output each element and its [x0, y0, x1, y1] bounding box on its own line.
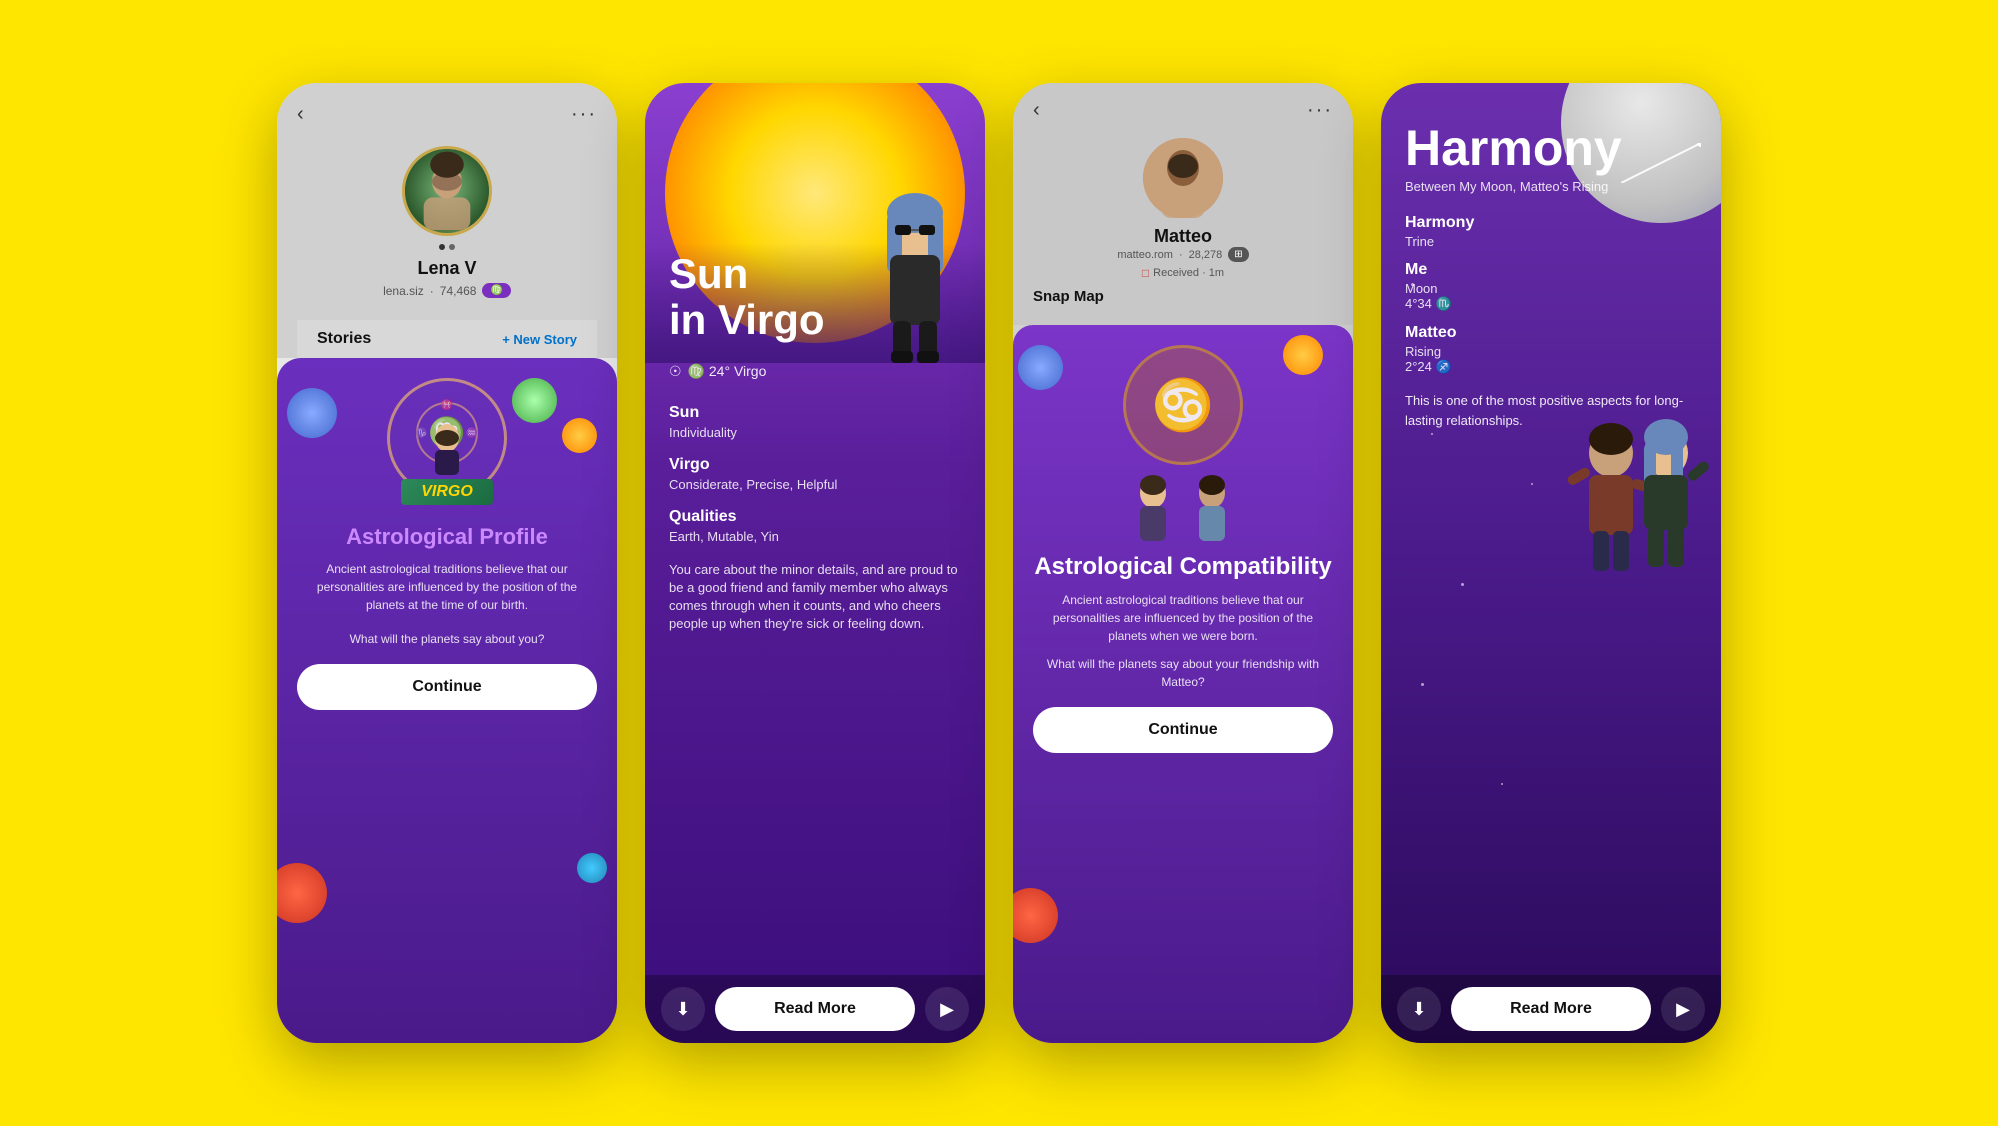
- qualities-section-text: Earth, Mutable, Yin: [669, 528, 961, 546]
- new-story-button[interactable]: + New Story: [502, 332, 577, 347]
- planet-cyan: [577, 853, 607, 883]
- profile-header: ‹ ···: [297, 103, 597, 126]
- me-label: Me: [1405, 261, 1697, 279]
- download-icon: ⬇: [675, 999, 690, 1020]
- continue-button[interactable]: Continue: [297, 664, 597, 710]
- compat-planet-2: [1013, 888, 1058, 943]
- virgo-emblem: ♍ ♓ ♒ ♑ ♐ VIRGO: [387, 378, 507, 498]
- dot-2: [449, 244, 455, 250]
- compat-header: ‹ ···: [1033, 99, 1333, 122]
- sun-hero: Sun in Virgo: [645, 83, 985, 363]
- stories-header: Stories + New Story: [297, 320, 597, 358]
- friend-score: 28,278: [1189, 249, 1223, 261]
- avatar: [402, 146, 492, 236]
- sun-virgo-content: Sun Individuality Virgo Considerate, Pre…: [645, 388, 985, 975]
- received-icon: □: [1142, 266, 1149, 280]
- bitmoji-couple: [1123, 473, 1243, 543]
- harmony-type-section: Harmony Trine: [1405, 214, 1697, 249]
- compat-card: ♋ Astro: [1013, 325, 1353, 1043]
- sun-section: Sun Individuality: [669, 404, 961, 442]
- matteo-label: Matteo: [1405, 324, 1697, 342]
- score-text: ·: [430, 284, 434, 298]
- received-text: Received · 1m: [1153, 267, 1224, 279]
- svg-text:♓: ♓: [441, 398, 453, 411]
- dot-1: [439, 244, 445, 250]
- received-badge: □ Received · 1m: [1033, 266, 1333, 280]
- harmony-title: Harmony: [1405, 123, 1697, 173]
- friend-avatar: [1143, 138, 1223, 218]
- download-button[interactable]: ⬇: [661, 987, 705, 1031]
- compat-continue-button[interactable]: Continue: [1033, 707, 1333, 753]
- astro-profile-card: ♍ ♓ ♒ ♑ ♐ VIRGO Astrological: [277, 358, 617, 1043]
- qualities-section-title: Qualities: [669, 508, 961, 526]
- virgo-banner: VIRGO: [401, 479, 493, 505]
- forward-button[interactable]: ▶: [925, 987, 969, 1031]
- stories-label: Stories: [317, 330, 371, 348]
- sun-section-title: Sun: [669, 404, 961, 422]
- astro-profile-title: Astrological Profile: [346, 524, 548, 550]
- planet-red: [277, 863, 327, 923]
- me-section: Me Moon4°34 ♏: [1405, 261, 1697, 312]
- compat-desc: Ancient astrological traditions believe …: [1033, 591, 1333, 645]
- sun-section-text: Individuality: [669, 424, 961, 442]
- read-more-button[interactable]: Read More: [715, 987, 915, 1031]
- dot-indicator: [439, 244, 455, 250]
- screen-harmony: Harmony Between My Moon, Matteo's Rising…: [1381, 83, 1721, 1043]
- more-icon-compat[interactable]: ···: [1307, 99, 1333, 122]
- me-value: Moon4°34 ♏: [1405, 281, 1697, 312]
- friend-handle-text: matteo.rom: [1117, 249, 1173, 261]
- friend-name: Matteo: [1033, 226, 1333, 247]
- back-icon-compat[interactable]: ‹: [1033, 99, 1040, 122]
- avatar-container: Lena V lena.siz · 74,468 ♍: [297, 146, 597, 310]
- handle-text: lena.siz: [383, 284, 424, 298]
- friend-badge: ⊞: [1228, 247, 1248, 262]
- compat-content: ♋ Astro: [1033, 345, 1333, 753]
- sun-degree: ♍ 24° Virgo: [688, 363, 767, 380]
- harmony-subtitle: Between My Moon, Matteo's Rising: [1405, 179, 1697, 194]
- sun-symbol: ☉ ♍ 24° Virgo: [645, 363, 985, 388]
- sun-virgo-title: Sun in Virgo: [669, 251, 825, 343]
- username: Lena V: [417, 258, 476, 279]
- snap-map-label: Snap Map: [1033, 280, 1333, 309]
- forward-icon: ▶: [940, 999, 954, 1020]
- virgo-section: Virgo Considerate, Precise, Helpful: [669, 456, 961, 494]
- harmony-bitmojis: [1561, 403, 1711, 628]
- compat-question: What will the planets say about your fri…: [1033, 655, 1333, 691]
- screen-profile: ‹ ···: [277, 83, 617, 1043]
- friend-separator: ·: [1179, 249, 1183, 261]
- title-in-virgo: in Virgo: [669, 296, 825, 343]
- matteo-section: Matteo Rising2°24 ♐: [1405, 324, 1697, 375]
- compat-title: Astrological Compatibility: [1034, 553, 1331, 581]
- compat-top: ‹ ··· Matteo matteo.rom · 28,278 ⊞ □: [1013, 83, 1353, 325]
- harmony-type-label: Harmony: [1405, 214, 1697, 232]
- zodiac-badge: ♍: [482, 283, 510, 298]
- title-sun: Sun: [669, 250, 748, 297]
- screen-sun-virgo: Sun in Virgo: [645, 83, 985, 1043]
- user-handle: lena.siz · 74,468 ♍: [383, 283, 511, 298]
- screen-compatibility: ‹ ··· Matteo matteo.rom · 28,278 ⊞ □: [1013, 83, 1353, 1043]
- astro-content: ♍ ♓ ♒ ♑ ♐ VIRGO Astrological: [297, 378, 597, 710]
- virgo-section-title: Virgo: [669, 456, 961, 474]
- qualities-section: Qualities Earth, Mutable, Yin: [669, 508, 961, 546]
- bitmoji-container: [855, 163, 975, 363]
- astro-profile-question: What will the planets say about you?: [350, 630, 545, 648]
- back-icon[interactable]: ‹: [297, 103, 304, 126]
- friend-handle: matteo.rom · 28,278 ⊞: [1033, 247, 1333, 262]
- virgo-description: You care about the minor details, and ar…: [669, 561, 961, 634]
- astro-profile-desc: Ancient astrological traditions believe …: [297, 560, 597, 614]
- cancer-symbol: ♋: [1123, 345, 1243, 465]
- screen2-bottom-bar: ⬇ Read More ▶: [645, 975, 985, 1043]
- matteo-value: Rising2°24 ♐: [1405, 344, 1697, 375]
- more-icon[interactable]: ···: [571, 103, 597, 126]
- compat-symbol-area: ♋: [1123, 345, 1243, 543]
- virgo-section-text: Considerate, Precise, Helpful: [669, 476, 961, 494]
- harmony-type-value: Trine: [1405, 234, 1697, 249]
- profile-top: ‹ ···: [277, 83, 617, 358]
- snap-score: 74,468: [440, 284, 477, 298]
- sun-icon: ☉: [669, 363, 682, 380]
- screens-container: ‹ ···: [237, 43, 1761, 1083]
